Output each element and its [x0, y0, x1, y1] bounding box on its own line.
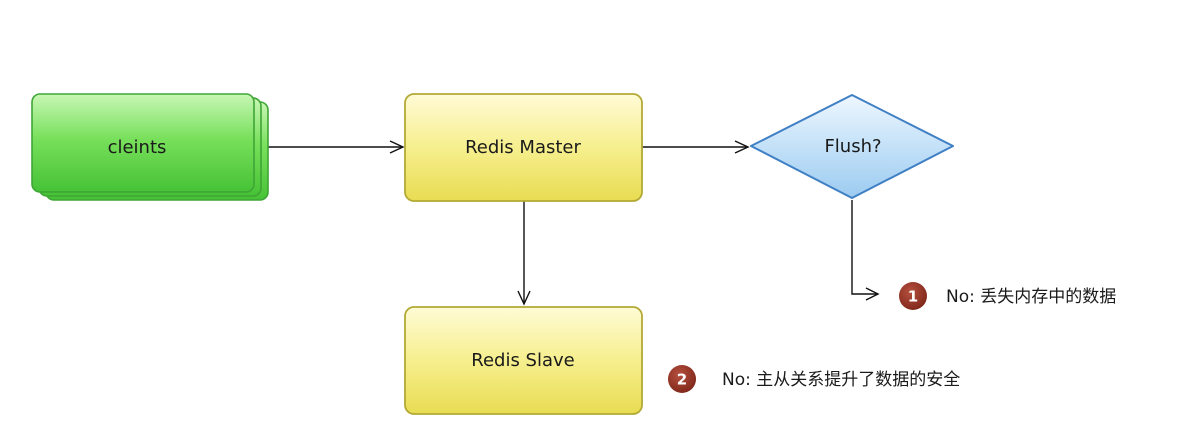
edge-clients-to-master [268, 140, 405, 154]
note-2-text: No: 主从关系提升了数据的安全 [722, 370, 960, 390]
flowchart: cleints Redis Master Redis Slave Flush? … [31, 93, 1116, 415]
clients-label: cleints [108, 137, 167, 158]
edge-master-to-flush [642, 140, 750, 154]
note-1-text: No: 丢失内存中的数据 [946, 287, 1116, 307]
edge-flush-to-note-1 [851, 200, 880, 301]
redis-slave-label: Redis Slave [471, 350, 574, 371]
clients-node[interactable]: cleints [31, 93, 269, 201]
note-1-number: 1 [908, 288, 918, 306]
flush-decision-node[interactable]: Flush? [750, 94, 954, 199]
note-1: 1 No: 丢失内存中的数据 [899, 282, 1116, 310]
note-2: 2 No: 主从关系提升了数据的安全 [668, 365, 960, 393]
diagram-canvas: cleints Redis Master Redis Slave Flush? … [0, 0, 1180, 444]
note-2-number: 2 [677, 371, 687, 389]
flush-label: Flush? [824, 136, 881, 157]
redis-master-label: Redis Master [465, 137, 581, 158]
edge-master-to-slave [517, 201, 531, 306]
redis-master-node[interactable]: Redis Master [404, 93, 643, 202]
redis-slave-node[interactable]: Redis Slave [404, 306, 643, 415]
